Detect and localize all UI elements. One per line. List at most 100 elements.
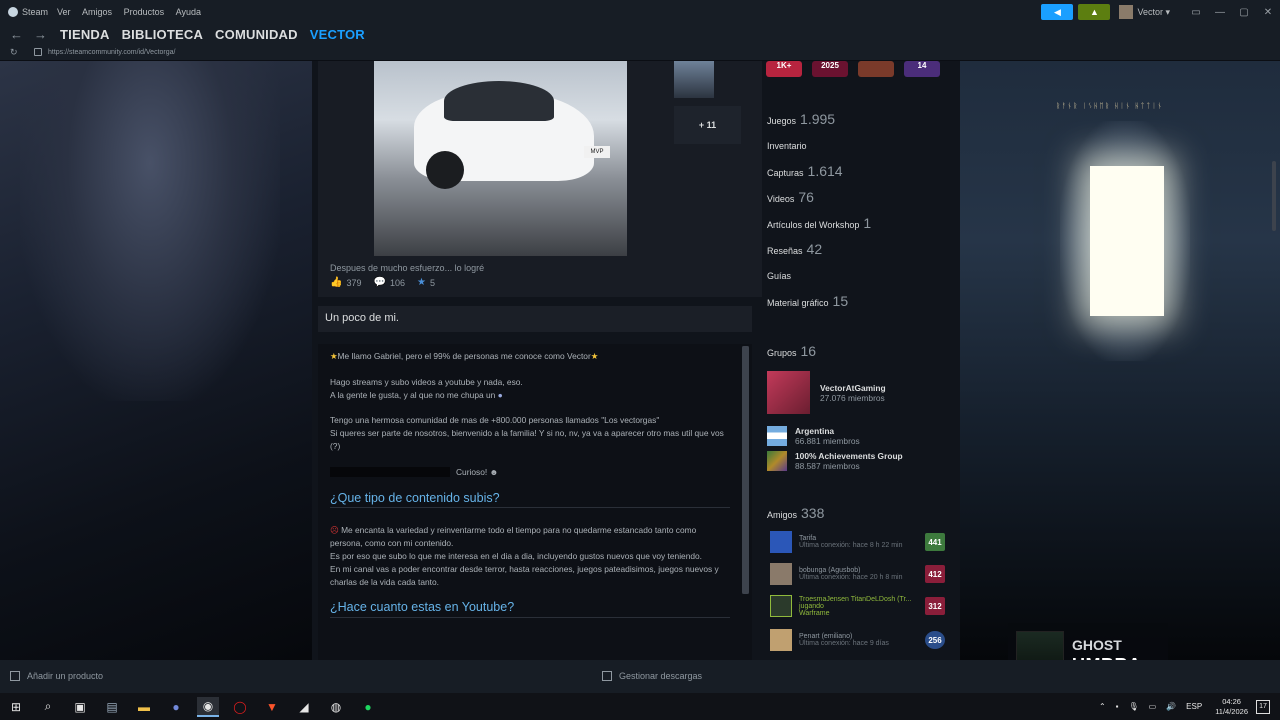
badge-1k[interactable]: 1K+ [766,61,802,77]
about-line5: Si queres ser parte de nosotros, bienven… [330,428,724,451]
task-view-icon[interactable]: ▣ [69,697,91,717]
more-screenshots-button[interactable]: + 11 [674,106,741,144]
windows-start-icon[interactable]: ⊞ [5,697,27,717]
steam-logo-icon [8,7,18,17]
refresh-icon[interactable]: ↻ [10,47,24,58]
groups-header[interactable]: Grupos 16 [767,343,816,359]
friend-avatar [770,531,792,553]
group-argentina[interactable]: Argentina 66.881 miembros [767,426,860,446]
stat-resenas[interactable]: Reseñas 42 [767,241,822,257]
friend-penart[interactable]: Penart (emiliano) Última conexión: hace … [770,627,945,653]
user-menu[interactable]: Vector ▾ [1119,5,1170,19]
award-icon[interactable]: ★ [417,277,426,288]
friend-bobunga[interactable]: bobunga (Agusbob) Última conexión: hace … [770,561,945,587]
plus-icon [10,671,20,681]
spotify-icon[interactable]: ● [357,697,379,717]
badge-3[interactable] [858,61,894,77]
friend-level-badge: 441 [925,533,945,551]
menu-ver[interactable]: Ver [57,7,71,17]
nav-tienda[interactable]: TIENDA [60,27,110,42]
argentina-flag-icon [767,426,787,446]
big-picture-icon[interactable]: ▭ [1184,7,1208,18]
announcements-button[interactable]: ◀ [1041,4,1074,20]
steam-bottom-bar: Añadir un producto Gestionar descargas [0,660,1280,693]
wallpaper-runes: ᚱᚨᚾᚱ ᛁᛊᚺᛖᚱ ᚺᛁᚾ ᚺᛏᛏᛁᚾ [1056,103,1164,110]
content-heading: ¿Que tipo de contenido subis? [330,491,730,509]
menu-productos[interactable]: Productos [124,7,165,17]
stat-guias[interactable]: Guías [767,271,795,281]
file-explorer-icon[interactable]: ▬ [133,697,155,717]
maximize-icon[interactable]: ▢ [1232,7,1256,18]
friend-tarifa[interactable]: Tarifa Última conexión: hace 8 h 22 min … [770,529,945,555]
microphone-icon[interactable]: 🎙 [1128,702,1138,711]
about-p2-line3: En mi canal vas a poder encontrar desde … [330,563,719,587]
about-scrollbar[interactable] [742,346,749,594]
egg-icon: ● [497,389,503,400]
group-avatar [767,451,787,471]
awards-count: 5 [429,277,435,288]
brave-icon[interactable]: ▼ [261,697,283,717]
app-icon[interactable]: ◢ [293,697,315,717]
url-text[interactable]: https://steamcommunity.com/id/Vectorga/ [48,49,175,56]
app-icon[interactable]: ▤ [101,697,123,717]
clock[interactable]: 04:26 11/4/2026 [1215,697,1248,717]
stat-workshop[interactable]: Artículos del Workshop 1 [767,215,871,231]
manage-downloads-button[interactable]: Gestionar descargas [602,671,702,681]
showcase-thumbnail[interactable] [674,61,714,98]
obs-icon[interactable]: ◍ [325,697,347,717]
minimize-icon[interactable]: — [1208,7,1232,18]
chevron-down-icon: ▾ [1162,6,1170,17]
friend-avatar [770,563,792,585]
group-100-achievements[interactable]: 100% Achievements Group 88.587 miembros [767,451,903,471]
discord-icon[interactable]: ● [165,697,187,717]
page-scrollbar[interactable] [1272,161,1276,231]
stat-juegos[interactable]: Juegos 1.995 [767,111,835,127]
friends-header[interactable]: Amigos 338 [767,505,824,521]
add-product-button[interactable]: Añadir un producto [10,671,103,681]
stat-videos[interactable]: Videos 76 [767,189,814,205]
badge-2025[interactable]: 2025 [812,61,848,77]
comment-icon[interactable]: 💬 [373,277,385,288]
group-vectoratgaming[interactable]: VectorAtGaming 27.076 miembros [767,371,886,414]
youtube-heading: ¿Hace cuanto estas en Youtube? [330,601,730,619]
star-icon: ★ [590,351,599,361]
curioso-label: Curioso! [456,466,488,477]
lock-icon [34,48,42,56]
notifications-button[interactable]: ▲ [1078,4,1111,20]
emoji-icon: ☹ [330,525,339,536]
nav-biblioteca[interactable]: BIBLIOTECA [122,27,203,42]
hidden-spoiler[interactable] [330,467,450,478]
menu-amigos[interactable]: Amigos [82,7,112,17]
background-left [0,61,312,660]
tray-app-icon[interactable]: ▪ [1116,702,1119,711]
volume-icon[interactable]: 🔊 [1166,702,1176,711]
notification-center-icon[interactable]: 17 [1256,699,1270,714]
stat-material-grafico[interactable]: Material gráfico 15 [767,293,848,309]
chevron-up-icon[interactable]: ⌃ [1099,702,1106,711]
monitor-icon[interactable]: ▭ [1149,702,1157,711]
about-section: ★Me llamo Gabriel, pero el 99% de person… [318,344,752,660]
about-line3: A la gente le gusta, y al que no me chup… [330,389,496,400]
download-icon [602,671,612,681]
steam-taskbar-icon[interactable]: ◉ [197,696,219,717]
search-icon[interactable]: ⌕ [37,697,59,717]
opera-icon[interactable]: ◯ [229,697,251,717]
close-icon[interactable]: ✕ [1256,7,1280,18]
friend-avatar [770,629,792,651]
about-p2-line2: Es por eso que subo lo que me interesa e… [330,550,703,561]
steam-menu[interactable]: Steam [8,7,48,17]
thumbs-up-icon[interactable]: 👍 [330,277,342,288]
comments-count: 106 [389,277,405,288]
language-indicator[interactable]: ESP [1186,702,1202,711]
forward-arrow-icon[interactable]: → [34,27,48,42]
badges-row: 1K+ 2025 14 [766,61,950,77]
badge-14[interactable]: 14 [904,61,940,77]
friend-troesmajensen[interactable]: TroesmaJensen TitanDeLDosh (Tr... jugand… [770,593,945,619]
stat-capturas[interactable]: Capturas 1.614 [767,163,843,179]
stat-inventario[interactable]: Inventario [767,141,811,151]
showcase-screenshot[interactable]: MVP [374,61,627,256]
nav-comunidad[interactable]: COMUNIDAD [215,27,298,42]
menu-ayuda[interactable]: Ayuda [176,7,201,17]
nav-vector[interactable]: VECTOR [310,27,365,42]
back-arrow-icon[interactable]: ← [10,27,24,42]
